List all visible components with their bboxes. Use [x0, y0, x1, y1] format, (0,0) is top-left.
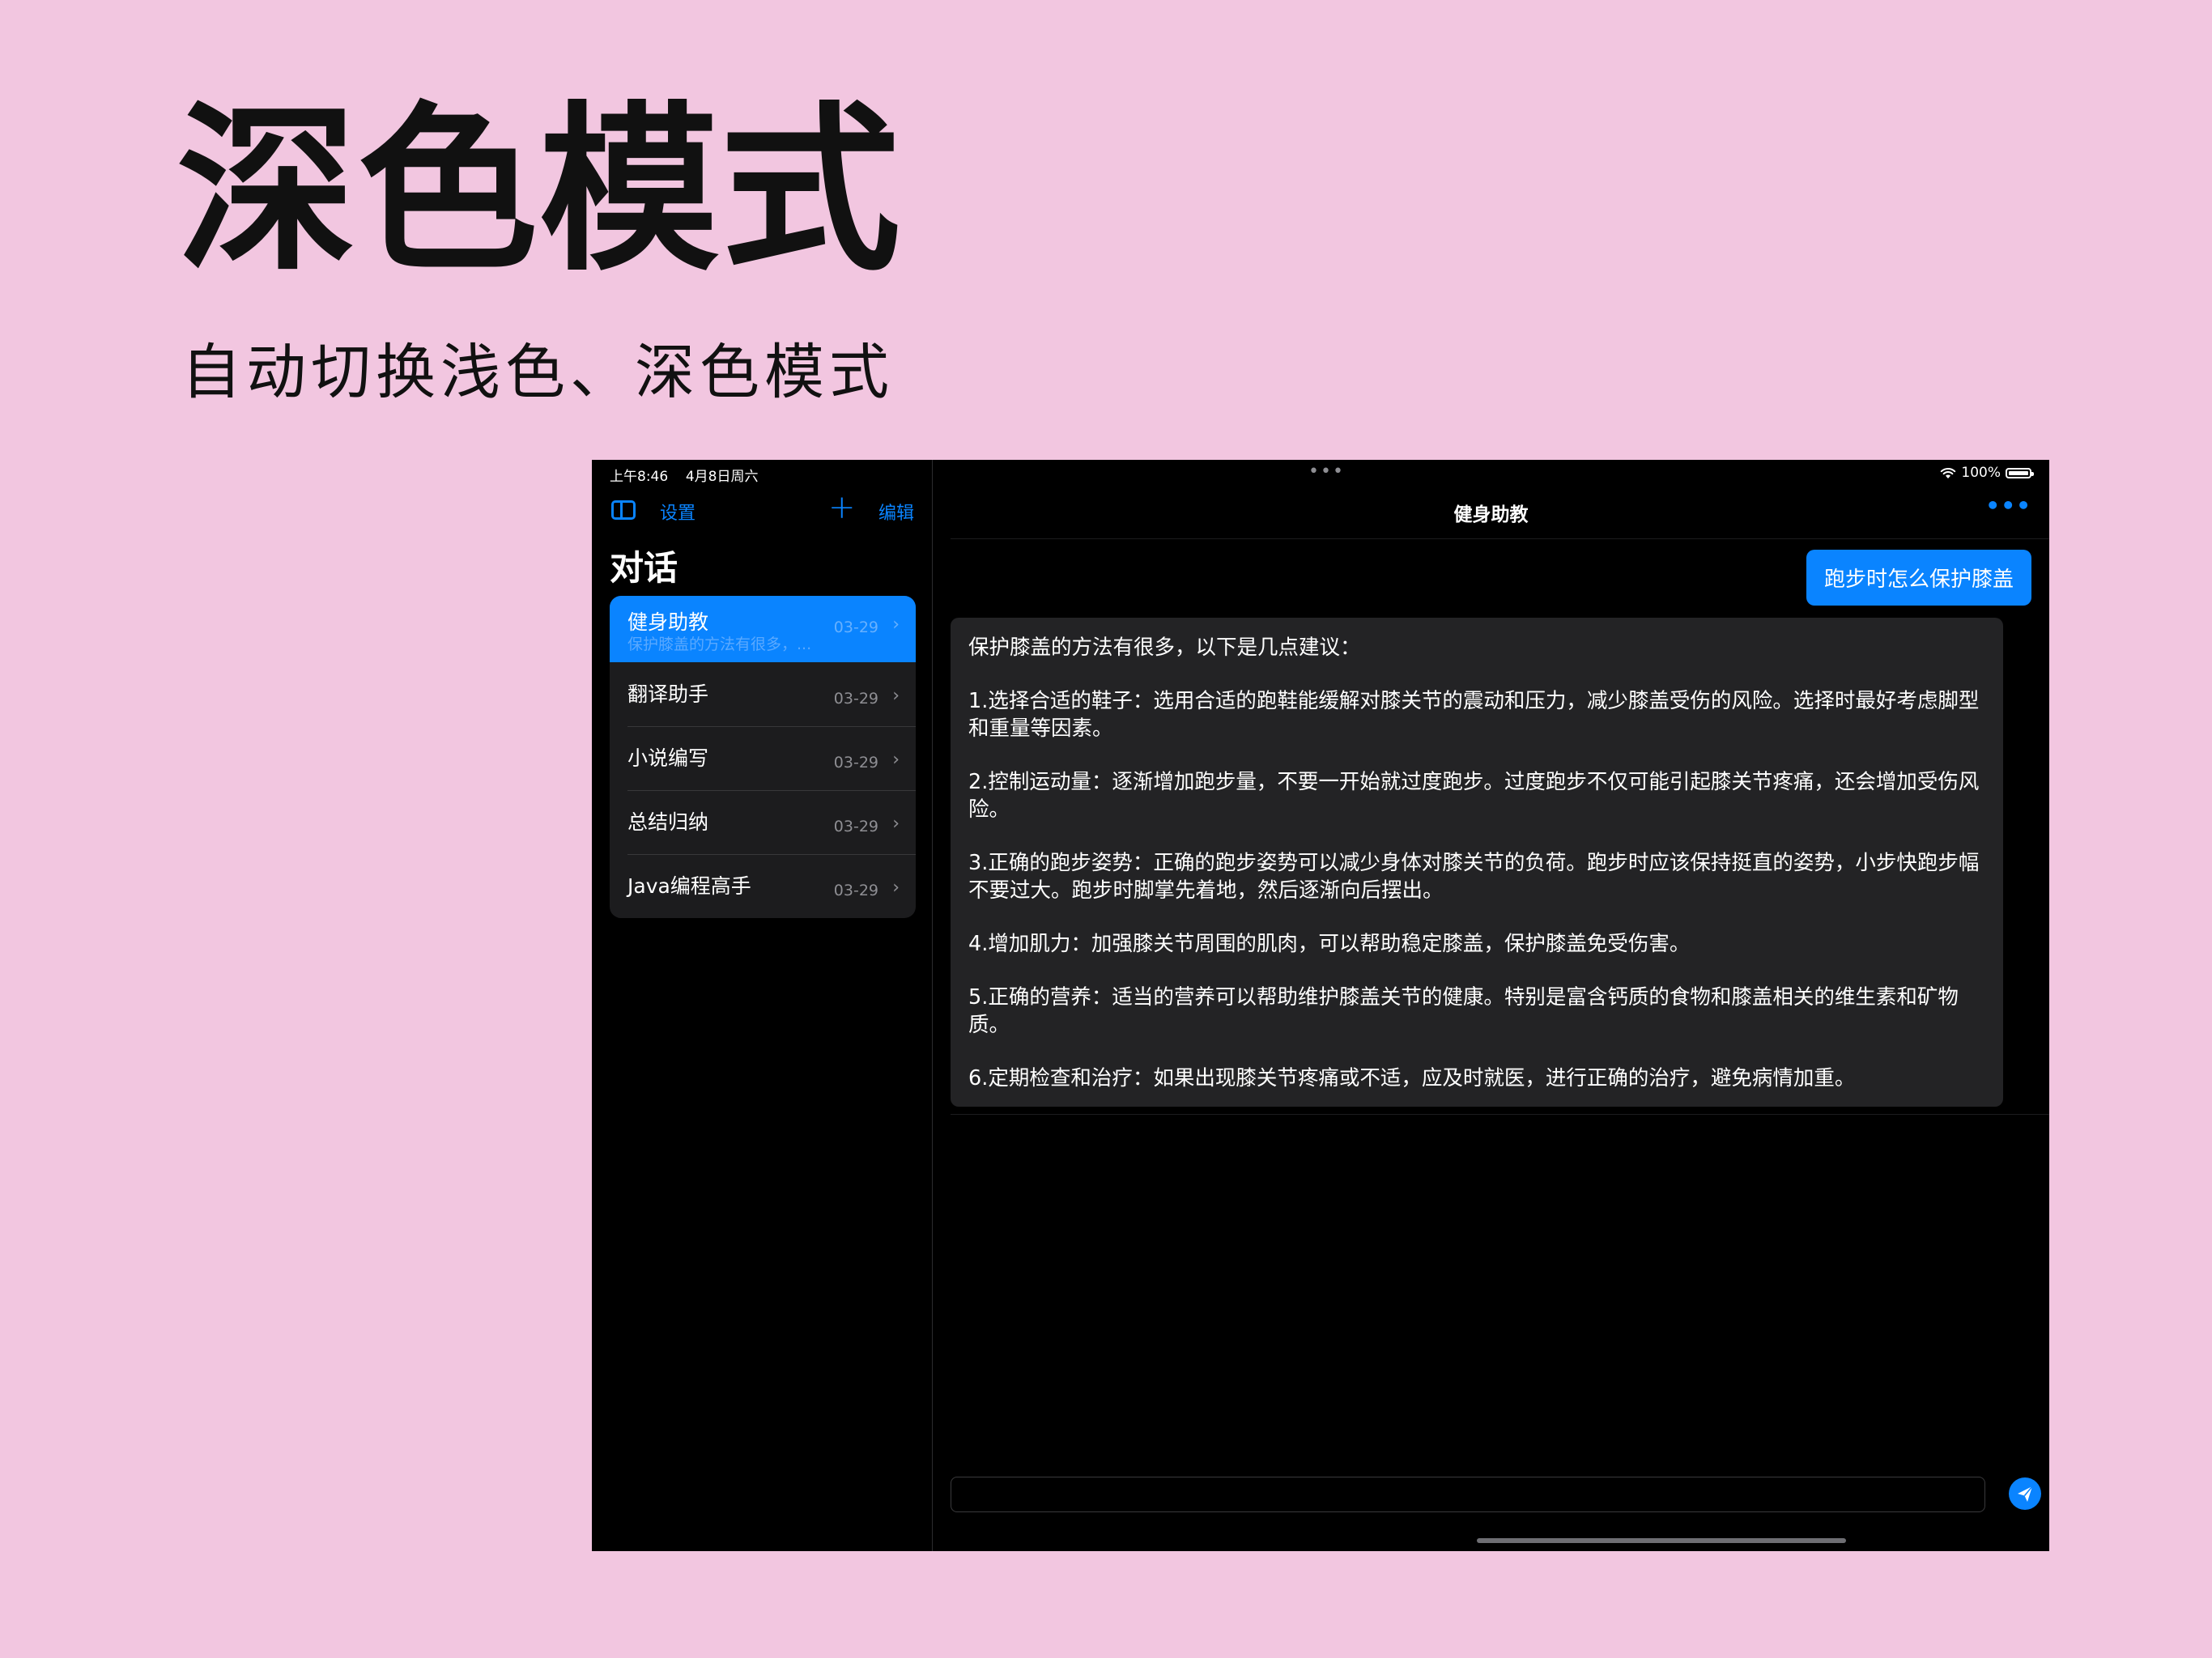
- edit-button[interactable]: 编辑: [878, 499, 914, 525]
- conversation-date: 03-29: [833, 882, 878, 899]
- conversation-item-translator[interactable]: 翻译助手 03-29 ›: [610, 662, 916, 726]
- chat-divider: [951, 1114, 2049, 1115]
- conversation-title: 翻译助手: [627, 682, 709, 706]
- settings-button[interactable]: 设置: [660, 499, 696, 525]
- hero-subtitle: 自动切换浅色、深色模式: [181, 338, 894, 407]
- paper-plane-icon: [2018, 1486, 2033, 1502]
- user-message-bubble: 跑步时怎么保护膝盖: [1806, 550, 2031, 606]
- chat-panel: 健身助教 ••• 跑步时怎么保护膝盖 保护膝盖的方法有很多，以下是几点建议： 1…: [933, 460, 2049, 1551]
- nav-divider: [951, 538, 2049, 539]
- conversation-title: 健身助教: [627, 610, 709, 634]
- conversation-preview: 保护膝盖的方法有很多，...: [627, 636, 812, 653]
- assistant-paragraph: 1.选择合适的鞋子：选用合适的跑鞋能缓解对膝关节的震动和压力，减少膝盖受伤的风险…: [968, 689, 1980, 741]
- chevron-right-icon: ›: [892, 878, 900, 898]
- assistant-paragraph: 6.定期检查和治疗：如果出现膝关节疼痛或不适，应及时就医，进行正确的治疗，避免病…: [968, 1066, 1856, 1090]
- home-indicator[interactable]: [1477, 1538, 1846, 1543]
- conversation-item-java-expert[interactable]: Java编程高手 03-29 ›: [610, 854, 916, 918]
- new-conversation-plus-icon[interactable]: +: [828, 489, 856, 526]
- chevron-right-icon: ›: [892, 614, 900, 635]
- conversation-title: Java编程高手: [627, 874, 751, 898]
- assistant-paragraph: 保护膝盖的方法有很多，以下是几点建议：: [968, 636, 1361, 660]
- conversation-date: 03-29: [833, 690, 878, 708]
- chevron-right-icon: ›: [892, 750, 900, 770]
- sidebar-heading: 对话: [610, 548, 678, 588]
- sidebar-toggle-icon[interactable]: [611, 500, 636, 520]
- message-input[interactable]: [951, 1477, 1985, 1512]
- conversation-title: 总结归纳: [627, 810, 709, 834]
- conversation-item-fitness-coach[interactable]: 健身助教 保护膝盖的方法有很多，... 03-29 ›: [610, 596, 916, 662]
- assistant-paragraph: 3.正确的跑步姿势：正确的跑步姿势可以减少身体对膝关节的负荷。跑步时应该保持挺直…: [968, 851, 1980, 903]
- ipad-screen: 上午8:46 4月8日周六 ••• 100% 设置 + 编辑 对话 健身助教 保…: [592, 460, 2049, 1551]
- conversation-list: 健身助教 保护膝盖的方法有很多，... 03-29 › 翻译助手 03-29 ›…: [610, 596, 916, 918]
- hero-title: 深色模式: [177, 87, 902, 295]
- assistant-paragraph: 4.增加肌力：加强膝关节周围的肌肉，可以帮助稳定膝盖，保护膝盖免受伤害。: [968, 932, 1691, 956]
- assistant-message-bubble: 保护膝盖的方法有很多，以下是几点建议： 1.选择合适的鞋子：选用合适的跑鞋能缓解…: [951, 618, 2003, 1107]
- assistant-paragraph: 2.控制运动量：逐渐增加跑步量，不要一开始就过度跑步。过度跑步不仅可能引起膝关节…: [968, 770, 1980, 822]
- conversation-date: 03-29: [833, 754, 878, 772]
- conversation-date: 03-29: [833, 619, 878, 636]
- conversation-item-summarizer[interactable]: 总结归纳 03-29 ›: [610, 790, 916, 854]
- chevron-right-icon: ›: [892, 686, 900, 706]
- conversation-item-novel-writing[interactable]: 小说编写 03-29 ›: [610, 726, 916, 790]
- sidebar: 设置 + 编辑 对话 健身助教 保护膝盖的方法有很多，... 03-29 › 翻…: [592, 460, 933, 1551]
- ellipsis-icon[interactable]: •••: [1985, 492, 2031, 519]
- conversation-title: 小说编写: [627, 746, 709, 770]
- chevron-right-icon: ›: [892, 814, 900, 834]
- send-button[interactable]: [2009, 1477, 2041, 1510]
- conversation-date: 03-29: [833, 818, 878, 835]
- assistant-paragraph: 5.正确的营养：适当的营养可以帮助维护膝盖关节的健康。特别是富含钙质的食物和膝盖…: [968, 985, 1959, 1037]
- chat-title: 健身助教: [1453, 504, 1529, 525]
